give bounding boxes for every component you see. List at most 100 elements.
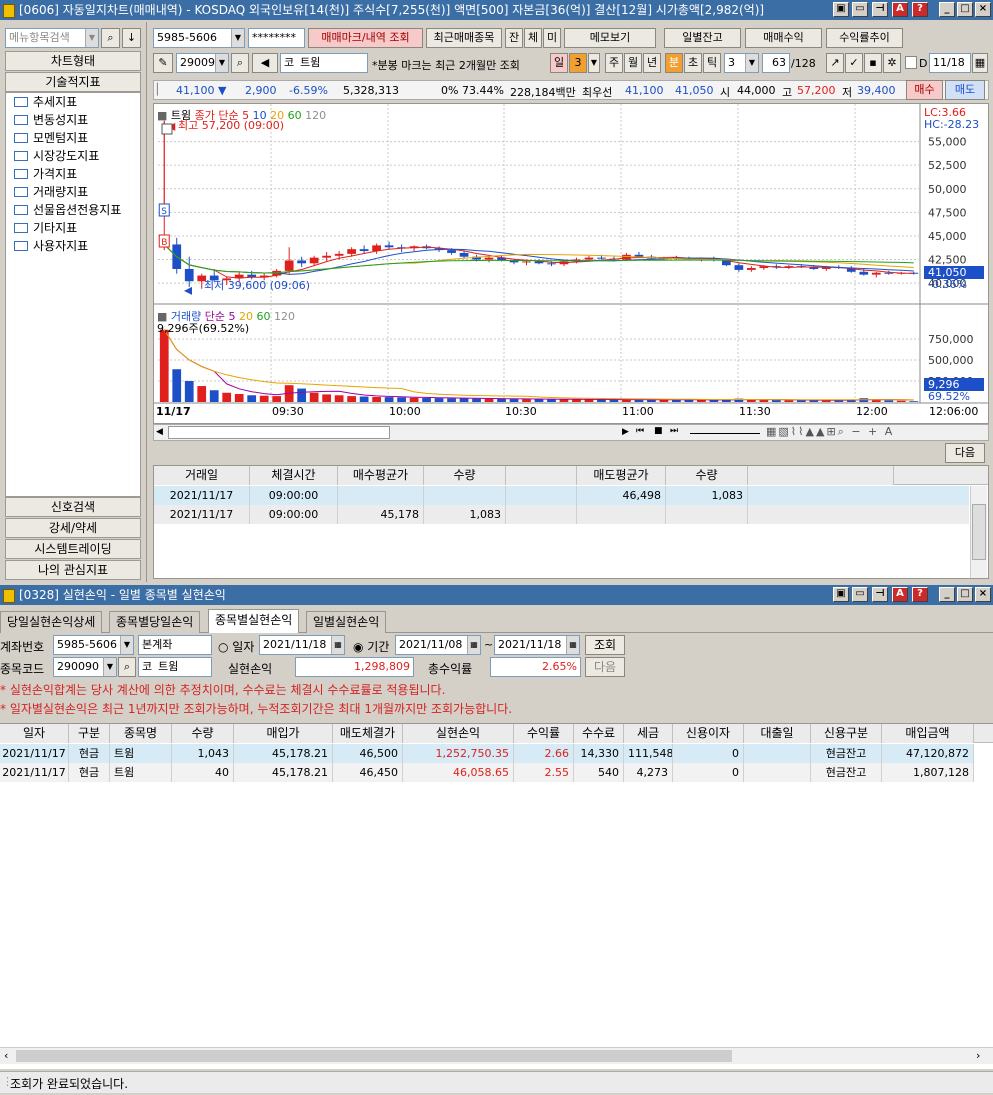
minimize-icon[interactable]: _ (939, 2, 955, 17)
calendar-icon[interactable]: ▦ (331, 636, 344, 654)
save-icon[interactable]: ▪ (864, 53, 882, 73)
table-row[interactable]: 2021/11/17 09:00:00 45,178 1,083 (154, 505, 969, 524)
period-radio[interactable]: ◉ 기간 (353, 638, 389, 655)
period-month-button[interactable]: 월 (624, 53, 642, 73)
speaker-icon[interactable]: ◀ (252, 53, 278, 73)
chevron-down-icon[interactable]: ▼ (103, 658, 116, 676)
period-n-button[interactable]: 3 (569, 53, 587, 73)
period-day-button[interactable]: 일 (550, 53, 568, 73)
query-button[interactable]: 조회 (585, 635, 625, 655)
tab-technical-indicators[interactable]: 기술적지표 (5, 72, 141, 92)
memo-button[interactable]: 메모보기 (564, 28, 656, 48)
tree-item[interactable]: 변동성지표 (14, 111, 88, 129)
tree-item[interactable]: 거래량지표 (14, 183, 88, 201)
tab-chart-type[interactable]: 차트형태 (5, 51, 141, 71)
interval-select[interactable]: 3 ▼ (724, 53, 759, 73)
search-icon[interactable]: ⌕ (118, 657, 136, 677)
pnl-next-button[interactable]: 다음 (585, 657, 625, 677)
tool-arrow-icon[interactable]: ↗ (826, 53, 844, 73)
scroll-thumb[interactable] (168, 426, 390, 439)
table-vertical-scrollbar[interactable] (970, 486, 987, 578)
tab-strength[interactable]: 강세/약세 (5, 518, 141, 538)
tree-item[interactable]: 시장강도지표 (14, 147, 99, 165)
pnl-account-select[interactable]: 5985-5606 ▼ (53, 635, 134, 655)
tab-realized-by-stock[interactable]: 종목별실현손익 (208, 609, 300, 633)
first-page-icon[interactable]: ⏮ (636, 426, 644, 436)
search-icon[interactable]: ⌕ (101, 28, 120, 48)
stock-chart[interactable]: 55,00052,50050,00047,50045,00042,50040,0… (154, 104, 988, 423)
down-arrow-icon[interactable]: ↓ (122, 28, 141, 48)
period-year-button[interactable]: 년 (643, 53, 661, 73)
scroll-thumb[interactable] (16, 1050, 732, 1062)
chart-tools-icon[interactable]: ▦▧⌇⌇▲▲⊞⌕ − + A (766, 425, 894, 439)
chevron-down-icon[interactable]: ▼ (85, 29, 98, 47)
tab-today-by-stock[interactable]: 종목별당일손익 (109, 611, 201, 633)
window-tile-icon[interactable]: ▭ (852, 2, 868, 17)
chevron-down-icon[interactable]: ▼ (745, 54, 758, 72)
pnl-code-input[interactable]: 290090 ▼ (53, 657, 117, 677)
window-mode-icon[interactable]: ▣ (833, 587, 849, 602)
tree-item[interactable]: 가격지표 (14, 165, 77, 183)
table-row[interactable]: 2021/11/17 현금 트윔 40 45,178.21 46,450 46,… (0, 763, 974, 782)
tab-balance[interactable]: 잔 (505, 28, 523, 48)
search-icon[interactable]: ⌕ (231, 53, 249, 73)
help-icon[interactable]: ? (912, 2, 928, 17)
sell-button[interactable]: 매도 (945, 80, 985, 100)
trade-profit-button[interactable]: 매매수익 (745, 28, 822, 48)
scroll-right-icon[interactable]: › (976, 1049, 980, 1062)
settings-gear-icon[interactable]: ✲ (883, 53, 901, 73)
tab-daily-realized[interactable]: 일별실현손익 (306, 611, 387, 633)
calendar-icon[interactable]: ▦ (467, 636, 480, 654)
table-row[interactable]: 2021/11/17 09:00:00 46,498 1,083 (154, 486, 969, 505)
return-trend-button[interactable]: 수익률추이 (826, 28, 903, 48)
password-field[interactable]: ******** (248, 28, 305, 48)
buy-button[interactable]: 매수 (906, 80, 943, 100)
trade-next-button[interactable]: 다음 (945, 443, 985, 463)
alert-icon[interactable]: A (892, 587, 908, 602)
tab-today-detail[interactable]: 당일실현손익상세 (0, 611, 103, 633)
chevron-down-icon[interactable]: ▼ (231, 29, 244, 47)
alert-icon[interactable]: A (892, 2, 908, 17)
chevron-down-icon[interactable]: ▼ (120, 636, 133, 654)
date-input[interactable]: 2021/11/18 ▦ (259, 635, 345, 655)
tree-item[interactable]: 기타지표 (14, 219, 77, 237)
period-tick-button[interactable]: 틱 (703, 53, 721, 73)
maximize-icon[interactable]: □ (957, 2, 973, 17)
table-row[interactable]: 2021/11/17 현금 트윔 1,043 45,178.21 46,500 … (0, 744, 974, 763)
tab-system-trading[interactable]: 시스템트레이딩 (5, 539, 141, 559)
period-to-input[interactable]: 2021/11/18 ▦ (494, 635, 580, 655)
chart-date-input[interactable]: 11/18 (929, 53, 971, 73)
zoom-slider[interactable] (690, 431, 760, 434)
pnl-horizontal-scrollbar[interactable]: ‹ › (0, 1047, 993, 1064)
help-icon[interactable]: ? (912, 587, 928, 602)
tree-item[interactable]: 선물옵션전용지표 (14, 201, 121, 219)
stock-code-input[interactable]: 290090 ▼ (176, 53, 229, 73)
date-radio[interactable]: ○ 일자 (218, 638, 254, 655)
maximize-icon[interactable]: □ (957, 587, 973, 602)
chevron-down-icon[interactable]: ▼ (588, 53, 600, 73)
last-page-icon[interactable]: ⏭ (670, 426, 678, 436)
calendar-icon[interactable]: ▦ (972, 53, 988, 73)
mark-query-button[interactable]: 매매마크/내역 조회 (308, 28, 423, 48)
chart-panel[interactable]: 55,000 52,500 50,000 47,500 45,000 42,500 40,0… (153, 103, 989, 424)
account-select[interactable]: 5985-5606 ▼ (153, 28, 245, 48)
tab-pending[interactable]: 미 (543, 28, 561, 48)
tree-item[interactable]: 추세지표 (14, 93, 77, 111)
pin-icon[interactable]: ⊣ (872, 587, 888, 602)
data-count-input[interactable]: 63 (762, 53, 790, 73)
scroll-left-icon[interactable]: ◀ (156, 427, 163, 437)
tab-executed[interactable]: 체 (524, 28, 542, 48)
daily-balance-button[interactable]: 일별잔고 (664, 28, 741, 48)
pencil-icon[interactable]: ✎ (153, 53, 173, 73)
tree-item[interactable]: 사용자지표 (14, 237, 88, 255)
close-icon[interactable]: × (975, 587, 991, 602)
pin-icon[interactable]: ⊣ (872, 2, 888, 17)
period-second-button[interactable]: 초 (684, 53, 702, 73)
window-mode-icon[interactable]: ▣ (833, 2, 849, 17)
date-checkbox[interactable] (905, 56, 917, 69)
tab-my-indicators[interactable]: 나의 관심지표 (5, 560, 141, 580)
recent-items-button[interactable]: 최근매매종목 (426, 28, 502, 48)
period-minute-button[interactable]: 분 (665, 53, 683, 73)
chevron-down-icon[interactable]: ▼ (215, 54, 228, 72)
minimize-icon[interactable]: _ (939, 587, 955, 602)
